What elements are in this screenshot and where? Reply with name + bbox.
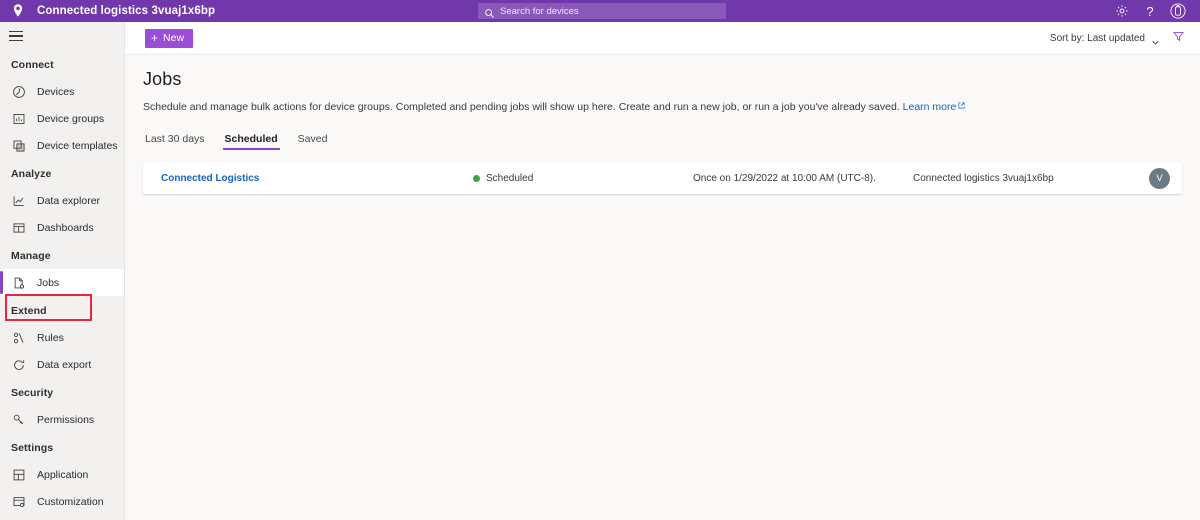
- rules-icon: [11, 330, 26, 345]
- search-input[interactable]: [500, 5, 726, 17]
- sidebar-item-label: Data explorer: [37, 194, 101, 207]
- sidebar-section-security: Security: [11, 387, 54, 399]
- hamburger-lines: [9, 28, 23, 44]
- table-row[interactable]: Connected Logistics Scheduled Once on 1/…: [143, 162, 1182, 195]
- sidebar-item-label: Data export: [37, 358, 92, 371]
- sort-by-label: Sort by: Last updated: [1049, 32, 1145, 44]
- customization-icon: [11, 494, 26, 509]
- chevron-down-icon: [1151, 34, 1160, 45]
- sidebar-item-label: Device groups: [37, 112, 105, 125]
- sidebar-item-label: Rules: [37, 331, 64, 344]
- sidebar-item-device-groups[interactable]: Device groups: [0, 105, 124, 132]
- external-link-icon: [958, 100, 965, 112]
- sidebar-item-label: Application: [37, 468, 89, 481]
- learn-more-link[interactable]: Learn more: [903, 101, 957, 113]
- sidebar-item-label: Device templates: [37, 139, 118, 152]
- sidebar-item-label: Customization: [37, 495, 104, 508]
- settings-gear-icon[interactable]: [1114, 3, 1130, 19]
- sidebar-item-label: Dashboards: [37, 221, 94, 234]
- brand-area[interactable]: Connected logistics 3vuaj1x6bp: [0, 3, 215, 19]
- page-title: Jobs: [143, 69, 182, 89]
- tab-scheduled[interactable]: Scheduled: [222, 133, 280, 151]
- job-target-cell: Connected logistics 3vuaj1x6bp: [913, 172, 1054, 184]
- account-avatar-icon[interactable]: [1170, 3, 1186, 19]
- status-dot-icon: [473, 174, 480, 182]
- job-name-cell: Connected Logistics: [143, 173, 473, 184]
- sidebar-item-dashboards[interactable]: Dashboards: [0, 214, 124, 241]
- sidebar-section-settings: Settings: [11, 442, 54, 454]
- tab-last-30-days[interactable]: Last 30 days: [143, 133, 207, 150]
- sidebar-item-data-export[interactable]: Data export: [0, 351, 124, 378]
- plus-icon: +: [151, 31, 159, 45]
- left-sidebar: Connect Devices Device groups Device tem…: [0, 22, 125, 520]
- filter-funnel-icon: [1172, 30, 1185, 46]
- search-box[interactable]: [478, 3, 726, 19]
- data-explorer-icon: [11, 193, 26, 208]
- jobs-list: Connected Logistics Scheduled Once on 1/…: [143, 162, 1182, 195]
- sidebar-section-manage: Manage: [11, 250, 51, 262]
- device-templates-icon: [11, 138, 26, 153]
- sidebar-item-application[interactable]: Application: [0, 461, 124, 488]
- location-pin-icon: [10, 3, 26, 19]
- command-bar: + New Sort by: Last updated: [125, 22, 1200, 55]
- search-icon: [484, 6, 495, 18]
- sidebar-item-label: Jobs: [37, 276, 60, 289]
- sidebar-item-rules[interactable]: Rules: [0, 324, 124, 351]
- sidebar-item-label: Permissions: [37, 413, 95, 426]
- help-icon[interactable]: ?: [1142, 3, 1158, 19]
- sidebar-item-permissions[interactable]: Permissions: [0, 406, 124, 433]
- hamburger-menu-icon[interactable]: [0, 22, 124, 50]
- sidebar-item-customization[interactable]: Customization: [0, 488, 124, 515]
- jobs-tabs: Last 30 days Scheduled Saved: [143, 126, 1182, 151]
- sidebar-section-analyze: Analyze: [11, 168, 52, 180]
- job-status-cell: Scheduled: [473, 173, 693, 184]
- device-groups-icon: [11, 111, 26, 126]
- page-description: Schedule and manage bulk actions for dev…: [143, 99, 1182, 114]
- sidebar-item-device-templates[interactable]: Device templates: [0, 132, 124, 159]
- sidebar-section-extend: Extend: [11, 305, 47, 317]
- job-name-link[interactable]: Connected Logistics: [161, 173, 259, 184]
- header-actions: ?: [1114, 0, 1196, 22]
- top-header-bar: Connected logistics 3vuaj1x6bp ?: [0, 0, 1200, 22]
- job-schedule-cell: Once on 1/29/2022 at 10:00 AM (UTC-8).: [693, 172, 876, 184]
- devices-icon: [11, 84, 26, 99]
- main-content: Jobs Schedule and manage bulk actions fo…: [125, 55, 1200, 520]
- avatar: V: [1149, 167, 1170, 189]
- sort-by-dropdown[interactable]: Sort by: Last updated: [1049, 32, 1160, 45]
- sidebar-item-data-explorer[interactable]: Data explorer: [0, 187, 124, 214]
- key-icon: [11, 412, 26, 427]
- new-button-label: New: [163, 32, 185, 44]
- new-job-button[interactable]: + New: [145, 28, 194, 48]
- filter-button[interactable]: [1170, 30, 1186, 46]
- sidebar-item-devices[interactable]: Devices: [0, 78, 124, 105]
- help-glyph: ?: [1146, 3, 1154, 19]
- sidebar-section-connect: Connect: [11, 59, 54, 71]
- application-icon: [11, 467, 26, 482]
- dashboards-icon: [11, 220, 26, 235]
- tab-saved[interactable]: Saved: [296, 133, 330, 150]
- app-title: Connected logistics 3vuaj1x6bp: [37, 5, 216, 17]
- sidebar-item-label: Devices: [37, 85, 75, 98]
- status-badge: Scheduled: [486, 172, 534, 184]
- jobs-icon: [11, 275, 26, 290]
- sidebar-item-jobs[interactable]: Jobs: [0, 269, 124, 296]
- data-export-icon: [11, 357, 26, 372]
- page-description-text: Schedule and manage bulk actions for dev…: [143, 101, 900, 113]
- command-bar-right: Sort by: Last updated: [1050, 30, 1200, 46]
